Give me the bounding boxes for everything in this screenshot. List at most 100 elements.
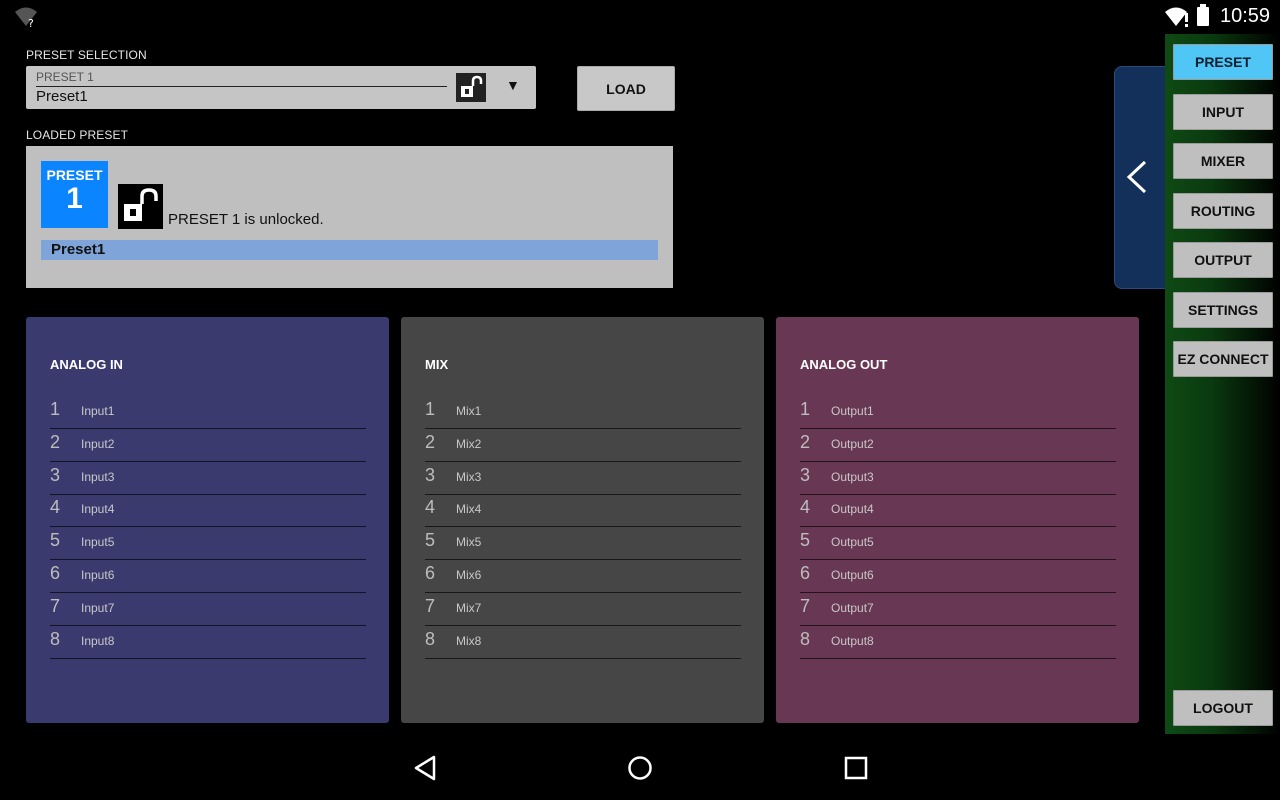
preset-select-value[interactable]: Preset1 [36, 88, 88, 105]
item-name: Mix3 [456, 469, 482, 484]
item-number: 3 [800, 464, 811, 485]
preset-select-field[interactable]: PRESET 1 Preset1 ▼ [26, 66, 536, 109]
list-item[interactable]: 1 Output1 [800, 397, 1116, 429]
unlock-icon[interactable] [456, 73, 486, 102]
svg-text:?: ? [28, 17, 34, 28]
nav-input-button[interactable]: INPUT [1173, 94, 1273, 130]
back-icon[interactable] [412, 754, 438, 782]
list-item[interactable]: 3 Mix3 [425, 463, 741, 495]
item-name: Mix8 [456, 633, 482, 648]
item-name: Input5 [81, 535, 115, 550]
item-number: 8 [50, 628, 61, 649]
item-name: Output2 [831, 436, 874, 451]
list-item[interactable]: 5 Output5 [800, 528, 1116, 561]
item-name: Input7 [81, 600, 115, 615]
mix-panel: MIX 1 Mix1 2 Mix2 3 Mix3 4 Mix4 5 Mix5 6 Mix6 … [401, 317, 764, 723]
item-name: Input6 [81, 567, 115, 582]
item-number: 8 [800, 628, 811, 649]
nav-routing-button[interactable]: ROUTING [1173, 193, 1273, 229]
item-number: 6 [50, 562, 61, 583]
status-clock: 10:59 [1220, 5, 1271, 27]
load-button[interactable]: LOAD [577, 66, 675, 111]
analog-out-panel: ANALOG OUT 1 Output1 2 Output2 3 Output3 4 O… [776, 317, 1139, 723]
wifi-signal-icon [1165, 7, 1188, 27]
list-item[interactable]: 2 Output2 [800, 430, 1116, 462]
list-item[interactable]: 4 Input4 [50, 495, 366, 528]
logout-button[interactable]: LOGOUT [1173, 690, 1273, 726]
nav-ez-connect-button[interactable]: EZ CONNECT [1173, 341, 1273, 377]
list-item[interactable]: 2 Mix2 [425, 430, 741, 462]
unlock-status-icon [118, 184, 163, 229]
item-number: 4 [50, 497, 61, 518]
item-number: 1 [50, 399, 61, 419]
loaded-preset-label: LOADED PRESET [26, 128, 128, 142]
item-number: 2 [425, 431, 436, 452]
preset-select-hint: PRESET 1 [36, 70, 94, 84]
item-name: Output3 [831, 469, 874, 484]
item-number: 4 [800, 497, 811, 518]
analog-in-panel: ANALOG IN 1 Input1 2 Input2 3 Input3 4 Input… [26, 317, 389, 723]
list-item[interactable]: 7 Mix7 [425, 594, 741, 626]
preset-badge: PRESET 1 [41, 161, 108, 228]
item-name: Mix4 [456, 502, 482, 517]
item-number: 4 [425, 497, 436, 518]
list-item[interactable]: 3 Output3 [800, 463, 1116, 495]
loaded-preset-name-bar: Preset1 [41, 240, 658, 260]
preset-selection-label: PRESET SELECTION [26, 48, 147, 62]
item-name: Output4 [831, 502, 874, 517]
item-number: 1 [800, 399, 811, 419]
dropdown-arrow-icon[interactable]: ▼ [506, 77, 520, 93]
item-number: 7 [50, 595, 61, 616]
nav-output-button[interactable]: OUTPUT [1173, 242, 1273, 278]
list-item[interactable]: 1 Input1 [50, 397, 366, 429]
item-number: 3 [425, 464, 436, 485]
list-item[interactable]: 5 Input5 [50, 528, 366, 561]
unlock-status-text: PRESET 1 is unlocked. [168, 211, 324, 228]
item-name: Input2 [81, 436, 115, 451]
nav-settings-button[interactable]: SETTINGS [1173, 292, 1273, 328]
loaded-preset-panel: PRESET 1 PRESET 1 is unlocked. Preset1 [26, 146, 673, 288]
item-name: Output5 [831, 535, 874, 550]
list-item[interactable]: 4 Mix4 [425, 495, 741, 528]
main-nav: PRESET INPUT MIXER ROUTING OUTPUT SETTIN… [1165, 34, 1280, 734]
item-name: Output6 [831, 567, 874, 582]
list-item[interactable]: 6 Input6 [50, 561, 366, 593]
list-item[interactable]: 1 Mix1 [425, 397, 741, 429]
item-number: 6 [800, 562, 811, 583]
item-name: Mix6 [456, 567, 482, 582]
list-item[interactable]: 8 Input8 [50, 627, 366, 659]
nav-mixer-button[interactable]: MIXER [1173, 143, 1273, 179]
list-item[interactable]: 7 Output7 [800, 594, 1116, 626]
list-item[interactable]: 3 Input3 [50, 463, 366, 495]
analog-out-title: ANALOG OUT [800, 357, 888, 372]
list-item[interactable]: 6 Output6 [800, 561, 1116, 593]
android-nav-bar [0, 736, 1280, 800]
item-name: Input4 [81, 502, 115, 517]
item-number: 3 [50, 464, 61, 485]
list-item[interactable]: 5 Mix5 [425, 528, 741, 561]
list-item[interactable]: 2 Input2 [50, 430, 366, 462]
list-item[interactable]: 8 Mix8 [425, 627, 741, 659]
item-number: 7 [800, 595, 811, 616]
wifi-unknown-icon: ? [15, 7, 37, 28]
loaded-preset-name: Preset1 [51, 241, 106, 258]
list-item[interactable]: 6 Mix6 [425, 561, 741, 593]
list-item[interactable]: 4 Output4 [800, 495, 1116, 528]
mix-title: MIX [425, 357, 449, 372]
list-item[interactable]: 7 Input7 [50, 594, 366, 626]
list-item[interactable]: 8 Output8 [800, 627, 1116, 659]
item-number: 5 [800, 530, 811, 551]
nav-preset-button[interactable]: PRESET [1173, 44, 1273, 80]
preset-badge-title: PRESET [46, 167, 103, 183]
item-number: 5 [425, 530, 436, 551]
chevron-left-icon [1126, 160, 1147, 194]
item-number: 7 [425, 595, 436, 616]
battery-icon [1197, 4, 1209, 26]
item-number: 6 [425, 562, 436, 583]
item-name: Input8 [81, 633, 115, 648]
recents-icon[interactable] [844, 756, 868, 780]
item-name: Input3 [81, 469, 115, 484]
home-icon[interactable] [627, 755, 653, 781]
item-name: Mix7 [456, 600, 482, 615]
item-number: 8 [425, 628, 436, 649]
